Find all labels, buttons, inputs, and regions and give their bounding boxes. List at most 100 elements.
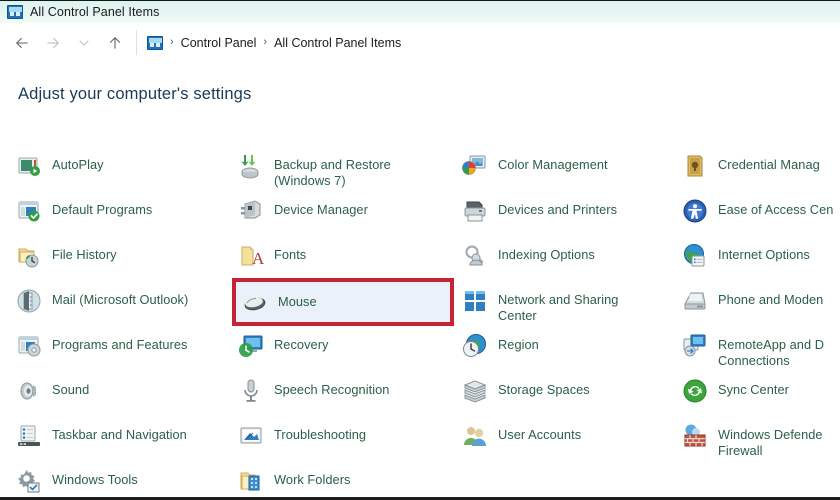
programs-and-features-icon — [16, 333, 42, 359]
nav-separator — [136, 30, 137, 55]
page-title: Adjust your computer's settings — [18, 85, 252, 103]
control-panel-item-indexing-options[interactable]: Indexing Options — [462, 236, 684, 281]
troubleshooting-icon — [240, 427, 262, 444]
speech-recognition-icon — [244, 379, 258, 402]
items-column-3: Color Management Devices and Printers In… — [462, 146, 684, 461]
title-bar: All Control Panel Items — [0, 0, 840, 23]
remoteapp-connections-icon — [683, 334, 706, 357]
control-panel-item-autoplay[interactable]: AutoPlay — [16, 146, 238, 191]
control-panel-item-file-history[interactable]: File History — [16, 236, 238, 281]
control-panel-item-storage-spaces[interactable]: Storage Spaces — [462, 371, 684, 416]
work-folders-icon — [240, 472, 260, 491]
control-panel-item-sound[interactable]: Sound — [16, 371, 238, 416]
control-panel-item-backup-and-restore[interactable]: Backup and Restore (Windows 7) — [238, 146, 460, 191]
control-panel-item-region[interactable]: Region — [462, 326, 684, 371]
taskbar-and-navigation-icon — [18, 425, 40, 446]
item-label: Work Folders — [274, 472, 351, 487]
storage-spaces-icon — [463, 380, 487, 403]
region-icon — [463, 334, 486, 357]
control-panel-item-internet-options[interactable]: Internet Options — [682, 236, 840, 281]
recovery-icon — [239, 335, 263, 357]
item-label: Windows Defende Firewall — [718, 427, 823, 458]
item-label: Internet Options — [718, 247, 810, 262]
windows-tools-icon — [18, 470, 40, 493]
sync-center-icon — [683, 379, 707, 403]
devices-and-printers-icon — [464, 201, 486, 222]
backup-and-restore-icon — [241, 155, 259, 179]
control-panel-item-windows-defender-firewall[interactable]: Windows Defende Firewall — [682, 416, 840, 461]
control-panel-item-user-accounts[interactable]: User Accounts — [462, 416, 684, 461]
control-panel-item-credential-manager[interactable]: Credential Manag — [682, 146, 840, 191]
item-label: Sound — [52, 382, 90, 397]
arrow-up-icon — [106, 34, 124, 52]
item-label: Ease of Access Cen — [718, 202, 834, 217]
item-label: Devices and Printers — [498, 202, 618, 217]
control-panel-item-default-programs[interactable]: Default Programs — [16, 191, 238, 236]
color-management-icon — [462, 155, 486, 175]
control-panel-item-programs-and-features[interactable]: Programs and Features — [16, 326, 238, 371]
control-panel-item-phone-and-modem[interactable]: Phone and Moden — [682, 281, 840, 326]
item-label: Sync Center — [718, 382, 789, 397]
network-and-sharing-center-icon — [465, 291, 485, 311]
item-label: Color Management — [498, 157, 608, 172]
control-panel-item-network-and-sharing-center[interactable]: Network and Sharing Center — [462, 281, 684, 326]
navigation-bar: › Control Panel › All Control Panel Item… — [0, 23, 840, 62]
breadcrumb-separator: › — [263, 36, 268, 48]
phone-and-modem-icon — [684, 292, 706, 310]
control-panel-item-device-manager[interactable]: Device Manager — [238, 191, 460, 236]
control-panel-item-troubleshooting[interactable]: Troubleshooting — [238, 416, 460, 461]
item-label: Default Programs — [52, 202, 153, 217]
item-label: Region — [498, 337, 539, 352]
control-panel-item-sync-center[interactable]: Sync Center — [682, 371, 840, 416]
control-panel-item-fonts[interactable]: A Fonts — [238, 236, 460, 281]
control-panel-item-mail[interactable]: Mail (Microsoft Outlook) — [16, 281, 238, 326]
item-label: AutoPlay — [52, 157, 104, 172]
address-bar[interactable]: › Control Panel › All Control Panel Item… — [141, 28, 840, 57]
mouse-icon — [244, 297, 266, 311]
device-manager-icon — [241, 200, 261, 219]
item-label: Phone and Moden — [718, 292, 824, 307]
item-label: Credential Manag — [718, 157, 820, 172]
items-column-1: AutoPlay Default Programs File History M… — [16, 146, 238, 497]
item-label: User Accounts — [498, 427, 582, 442]
windows-defender-firewall-icon — [684, 424, 706, 447]
item-label: Storage Spaces — [498, 382, 590, 397]
svg-text:A: A — [252, 249, 264, 268]
up-button[interactable] — [99, 27, 130, 58]
file-history-icon — [16, 243, 42, 269]
default-programs-icon — [16, 198, 42, 224]
control-panel-item-ease-of-access-center[interactable]: Ease of Access Cen — [682, 191, 840, 236]
items-column-4: Credential Manag Ease of Access Cen Inte… — [682, 146, 840, 461]
item-label: Device Manager — [274, 202, 368, 217]
arrow-right-icon — [44, 34, 62, 52]
breadcrumb-item-all-control-panel-items[interactable]: All Control Panel Items — [274, 36, 401, 50]
item-label: Network and Sharing Center — [498, 292, 619, 323]
autoplay-icon — [16, 153, 42, 179]
control-panel-item-taskbar-and-navigation[interactable]: Taskbar and Navigation — [16, 416, 238, 461]
control-panel-item-windows-tools[interactable]: Windows Tools — [16, 461, 238, 497]
control-panel-item-devices-and-printers[interactable]: Devices and Printers — [462, 191, 684, 236]
highlighted-item-mouse[interactable]: Mouse — [236, 282, 450, 322]
back-button[interactable] — [6, 27, 37, 58]
control-panel-item-remoteapp-connections[interactable]: RemoteApp and D Connections — [682, 326, 840, 371]
control-panel-icon — [7, 5, 23, 19]
arrow-left-icon — [13, 34, 31, 52]
control-panel-item-color-management[interactable]: Color Management — [462, 146, 684, 191]
control-panel-item-work-folders[interactable]: Work Folders — [238, 461, 460, 497]
mail-icon — [16, 288, 42, 314]
items-column-2: Backup and Restore (Windows 7) Device Ma… — [238, 146, 460, 497]
breadcrumb-separator: › — [170, 36, 174, 48]
control-panel-items-grid: AutoPlay Default Programs File History M… — [0, 146, 840, 497]
recent-locations-button[interactable] — [68, 27, 99, 58]
control-panel-item-recovery[interactable]: Recovery — [238, 326, 460, 371]
item-label: RemoteApp and D Connections — [718, 337, 825, 368]
item-label: Mail (Microsoft Outlook) — [52, 292, 189, 307]
forward-button[interactable] — [37, 27, 68, 58]
control-panel-item-speech-recognition[interactable]: Speech Recognition — [238, 371, 460, 416]
item-label: Taskbar and Navigation — [52, 427, 187, 442]
breadcrumb-item-control-panel[interactable]: Control Panel — [181, 36, 257, 50]
item-label: Programs and Features — [52, 337, 188, 352]
item-label: Troubleshooting — [274, 427, 367, 442]
item-label: Windows Tools — [52, 472, 138, 487]
fonts-icon: A — [241, 246, 264, 268]
